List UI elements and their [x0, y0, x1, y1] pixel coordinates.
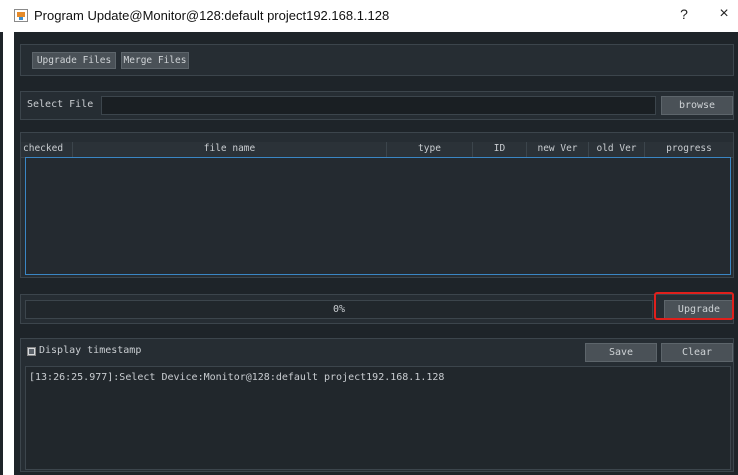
tab-group: Upgrade Files Merge Files: [20, 44, 734, 76]
column-header-type[interactable]: type: [387, 142, 473, 157]
column-header-file-name[interactable]: file name: [73, 142, 387, 157]
column-header-id[interactable]: ID: [473, 142, 527, 157]
log-line: [13:26:25.977]:Select Device:Monitor@128…: [29, 372, 445, 383]
tab-upgrade-files[interactable]: Upgrade Files: [32, 52, 116, 69]
select-file-input[interactable]: [101, 96, 656, 115]
browse-button[interactable]: browse: [661, 96, 733, 115]
app-icon: [14, 9, 28, 22]
column-header-new-ver[interactable]: new Ver: [527, 142, 589, 157]
select-file-label: Select File: [27, 99, 94, 110]
save-button[interactable]: Save: [585, 343, 657, 362]
progress-text: 0%: [332, 304, 346, 315]
help-button[interactable]: ?: [674, 6, 694, 22]
file-table-body[interactable]: [25, 157, 731, 275]
close-button[interactable]: ×: [714, 5, 734, 23]
log-output[interactable]: [13:26:25.977]:Select Device:Monitor@128…: [25, 366, 731, 470]
window-title: Program Update@Monitor@128:default proje…: [34, 8, 390, 23]
select-file-group: Select File browse: [20, 91, 734, 120]
dialog-body: Upgrade Files Merge Files Select File br…: [14, 32, 738, 475]
title-bar: Program Update@Monitor@128:default proje…: [0, 0, 738, 32]
column-header-progress[interactable]: progress: [645, 142, 733, 157]
timestamp-checkbox[interactable]: [27, 347, 36, 356]
timestamp-label: Display timestamp: [39, 345, 142, 356]
clear-button[interactable]: Clear: [661, 343, 733, 362]
window-edge: [0, 32, 3, 475]
column-header-checked[interactable]: checked: [21, 142, 73, 157]
progress-bar: 0%: [25, 300, 653, 319]
column-header-old-ver[interactable]: old Ver: [589, 142, 645, 157]
log-group: Display timestamp Save Clear [13:26:25.9…: [20, 338, 734, 472]
file-table-group: checked file name type ID new Ver old Ve…: [20, 132, 734, 278]
table-header: checked file name type ID new Ver old Ve…: [21, 142, 733, 158]
tab-merge-files[interactable]: Merge Files: [121, 52, 189, 69]
progress-group: 0% Upgrade: [20, 294, 734, 324]
highlight-box: [654, 292, 734, 320]
